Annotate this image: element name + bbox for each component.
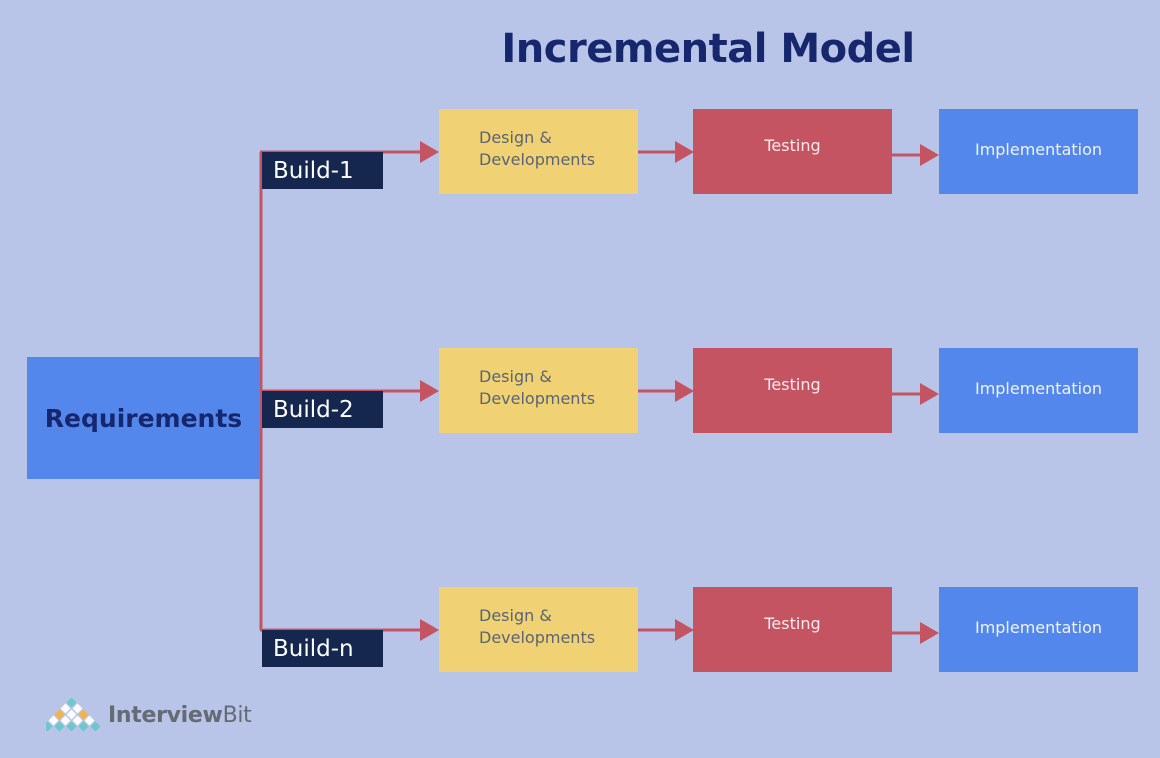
implementation-label: Implementation [974, 140, 1103, 159]
logo-text-bold: Interview [108, 702, 223, 728]
design-label-line-1: Design & [479, 605, 552, 625]
testing-box-n: Testing [693, 587, 892, 672]
arrow-icon [420, 141, 439, 163]
build-label-1: Build-1 [262, 152, 383, 189]
design-label-line-2: Developments [479, 388, 596, 408]
build-label-n: Build-n [262, 630, 383, 667]
testing-box-1: Testing [693, 109, 892, 194]
arrow-icon [920, 144, 939, 166]
implementation-label: Implementation [974, 379, 1103, 398]
design-box-n: Design & Developments [439, 587, 638, 672]
design-label-line-2: Developments [479, 149, 596, 169]
arrow-icon [420, 380, 439, 402]
logo-text: InterviewBit [108, 703, 252, 728]
arrow-icon [420, 619, 439, 641]
requirements-label: Requirements [44, 403, 243, 433]
implementation-box-n: Implementation [939, 587, 1138, 672]
build-label-2: Build-2 [262, 391, 383, 428]
design-box-1: Design & Developments [439, 109, 638, 194]
implementation-box-2: Implementation [939, 348, 1138, 433]
testing-label: Testing [764, 375, 821, 394]
testing-label: Testing [764, 136, 821, 155]
arrow-icon [675, 380, 694, 402]
design-box-2: Design & Developments [439, 348, 638, 433]
design-label-line-1: Design & [479, 366, 552, 386]
arrow-icon [920, 383, 939, 405]
arrow-icon [675, 619, 694, 641]
logo-text-regular: Bit [222, 702, 252, 728]
design-label-line-1: Design & [479, 127, 552, 147]
requirements-box: Requirements [27, 357, 260, 479]
design-label-line-2: Developments [479, 627, 596, 647]
arrow-icon [920, 622, 939, 644]
interviewbit-logo: InterviewBit [46, 697, 252, 733]
testing-box-2: Testing [693, 348, 892, 433]
implementation-label: Implementation [974, 618, 1103, 637]
logo-diamonds-icon [46, 697, 101, 732]
arrow-icon [675, 141, 694, 163]
testing-label: Testing [764, 614, 821, 633]
implementation-box-1: Implementation [939, 109, 1138, 194]
